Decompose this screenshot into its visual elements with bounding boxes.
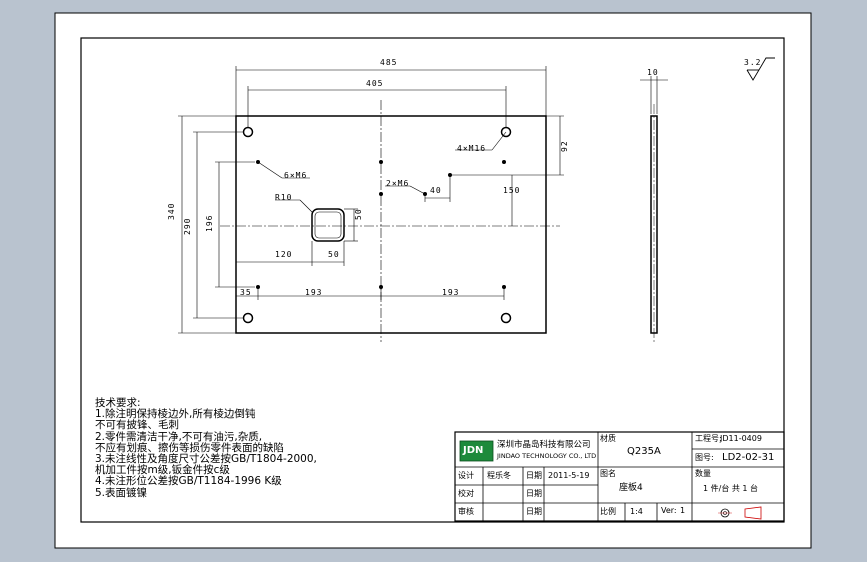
dim-hole-span-height: 290 <box>183 217 192 235</box>
drawing-no-value: LD2-02-31 <box>722 452 775 463</box>
date-value: 2011-5-19 <box>548 471 590 480</box>
dim-overall-width: 485 <box>380 58 398 67</box>
technical-notes: 技术要求: 1.除注明保持棱边外,所有棱边倒钝 不可有披锋、毛刺 2.零件需清洁… <box>95 397 317 499</box>
dim-side-thickness: 10 <box>647 68 659 77</box>
drawing-name-label: 图名 <box>600 469 616 478</box>
drawing-no-label: 图号: <box>695 453 714 462</box>
material-label: 材质 <box>600 434 616 443</box>
notes-line: 4.未注形位公差按GB/T1184-1996 K级 <box>95 475 282 488</box>
dim-left-spacing-1: 193 <box>305 288 323 297</box>
project-value: JD11-0409 <box>720 434 762 443</box>
designer-name: 程乐冬 <box>487 471 511 480</box>
company-name-en: JINDAO TECHNOLOGY CO., LTD <box>497 452 597 460</box>
dim-window-height: 50 <box>354 208 363 220</box>
material-value: Q235A <box>627 446 661 457</box>
callout-m6-holes-a: 6×M6 <box>284 171 308 180</box>
date-label-2: 日期 <box>526 489 542 498</box>
dim-radius: R10 <box>275 193 293 202</box>
dim-window-offset: 120 <box>275 250 293 259</box>
design-label: 设计 <box>458 471 474 480</box>
roughness-value: 3.2 <box>744 58 762 67</box>
callout-m16-holes: 4×M16 <box>457 144 487 153</box>
dim-overall-height: 340 <box>167 202 176 220</box>
version-value: 1 <box>680 506 686 515</box>
dim-inner-height: 196 <box>205 214 214 232</box>
date-label-1: 日期 <box>526 471 542 480</box>
dim-left-edge: 35 <box>240 288 252 297</box>
dim-right-offset-top: 92 <box>560 140 569 152</box>
notes-line: 不可有披锋、毛刺 <box>95 419 179 432</box>
date-label-3: 日期 <box>526 507 542 516</box>
scale-value: 1:4 <box>630 507 643 516</box>
callout-m6-holes-b: 2×M6 <box>386 179 410 188</box>
version-label: Ver: <box>661 506 677 515</box>
drawing-name: 座板4 <box>619 483 643 493</box>
check-label: 校对 <box>458 489 474 498</box>
quantity-label: 数量 <box>695 469 711 478</box>
approve-label: 审核 <box>458 507 474 516</box>
dim-hole-span-width: 405 <box>366 79 384 88</box>
logo-text: JDN <box>463 445 484 456</box>
scale-label: 比例 <box>600 507 616 516</box>
dim-left-spacing-2: 193 <box>442 288 460 297</box>
dim-window-width: 50 <box>328 250 340 259</box>
dim-right-spacing: 150 <box>503 186 521 195</box>
dim-small-spacing: 40 <box>430 186 442 195</box>
company-name-cn: 深圳市晶岛科技有限公司 <box>497 440 591 450</box>
project-label: 工程号: <box>695 434 722 443</box>
notes-line: 5.表面镀镍 <box>95 486 148 499</box>
quantity-value: 1 件/台 共 1 台 <box>703 484 759 493</box>
